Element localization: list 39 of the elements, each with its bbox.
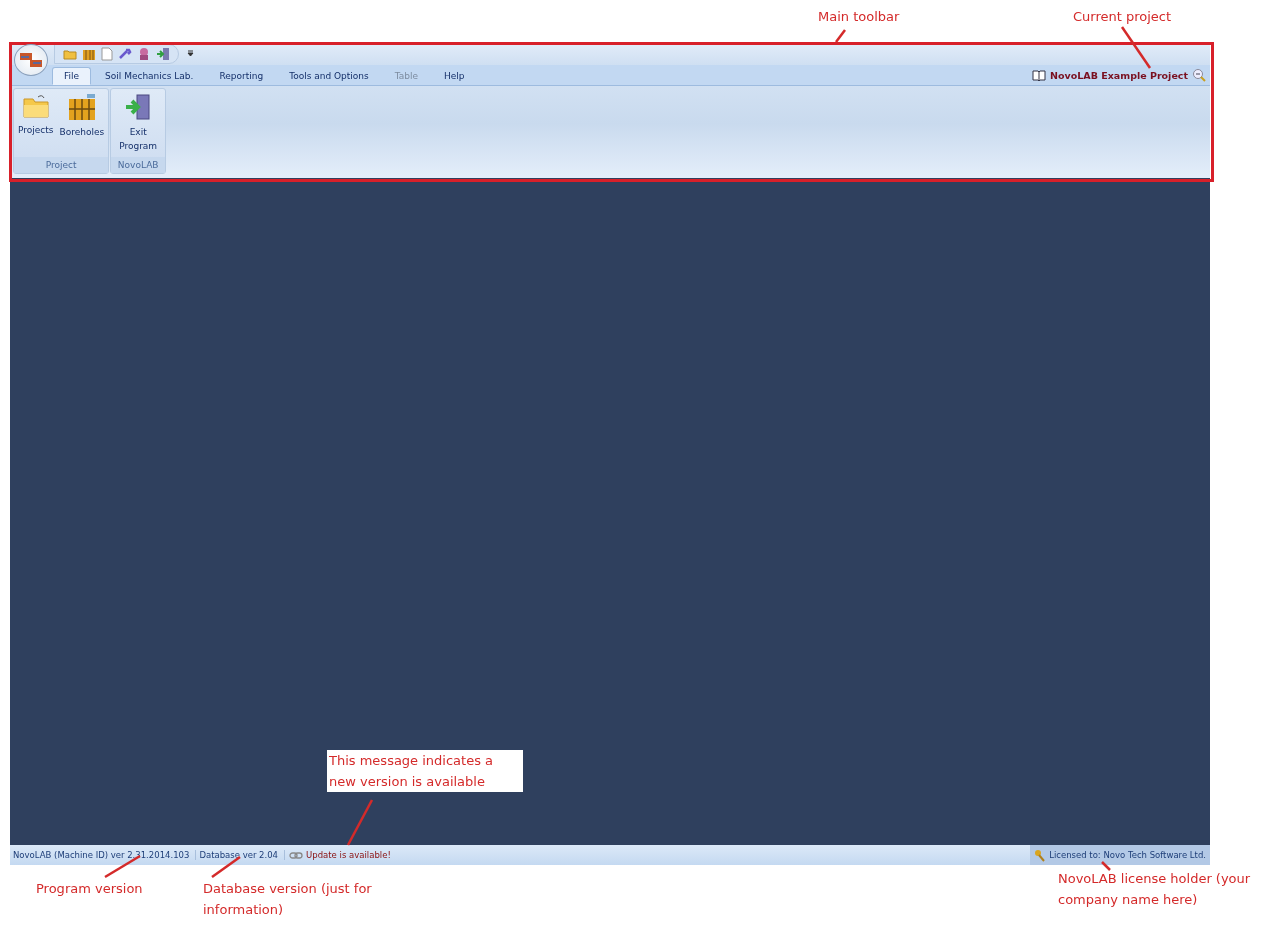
exit-icon[interactable] xyxy=(156,46,170,61)
ribbon-tab[interactable]: Tools and Options xyxy=(277,67,381,85)
keys-icon xyxy=(1034,848,1047,862)
customize-dropdown-icon[interactable] xyxy=(187,50,194,57)
annotation-text: This message indicates a new version is available xyxy=(327,750,523,792)
ribbon-tab[interactable]: Reporting xyxy=(207,67,276,85)
status-text: Database ver 2.04 xyxy=(196,850,286,860)
ribbon-button[interactable]: Boreholes xyxy=(57,91,107,155)
ribbon-button[interactable]: Projects xyxy=(16,91,56,155)
annotation-text: Program version xyxy=(36,880,143,898)
folder-icon xyxy=(21,93,50,119)
boreholes-icon xyxy=(66,93,97,121)
leader-line xyxy=(835,29,846,43)
status-text: NovoLAB (Machine ID) ver 2.31.2014.103 xyxy=(10,850,197,860)
zoom-out-icon[interactable] xyxy=(1192,68,1206,82)
group-label: Project xyxy=(14,157,109,173)
current-project-name: NovoLAB Example Project xyxy=(1050,69,1188,81)
leader-line xyxy=(1120,26,1152,69)
ribbon-tab[interactable]: Soil Mechanics Lab. xyxy=(93,67,206,85)
ribbon-button[interactable]: Exit Program xyxy=(113,91,164,155)
group-label: NovoLAB xyxy=(111,157,166,173)
update-link[interactable]: Update is available! xyxy=(303,850,397,860)
folder-icon[interactable] xyxy=(63,47,77,60)
leader-line xyxy=(346,799,374,846)
annotation-text: Current project xyxy=(1073,8,1172,26)
blank-page-icon[interactable] xyxy=(101,46,113,61)
book-icon xyxy=(1032,69,1047,81)
app-logo xyxy=(18,50,44,70)
annotation-text: NovoLAB license holder (your company name here) xyxy=(1058,870,1252,909)
exit-door-icon xyxy=(124,93,153,121)
leader-line xyxy=(1101,861,1111,871)
ribbon-tab[interactable]: File xyxy=(52,67,92,85)
license-text: Licensed to: Novo Tech Software Ltd. xyxy=(1049,850,1206,860)
annotation-text: Main toolbar xyxy=(818,8,900,26)
link-icon xyxy=(289,851,304,859)
annotation-text: Database version (just for information) xyxy=(203,880,373,919)
ribbon-tab[interactable]: Help xyxy=(432,67,477,85)
leader-line xyxy=(211,856,241,878)
boreholes-icon[interactable] xyxy=(82,47,96,60)
